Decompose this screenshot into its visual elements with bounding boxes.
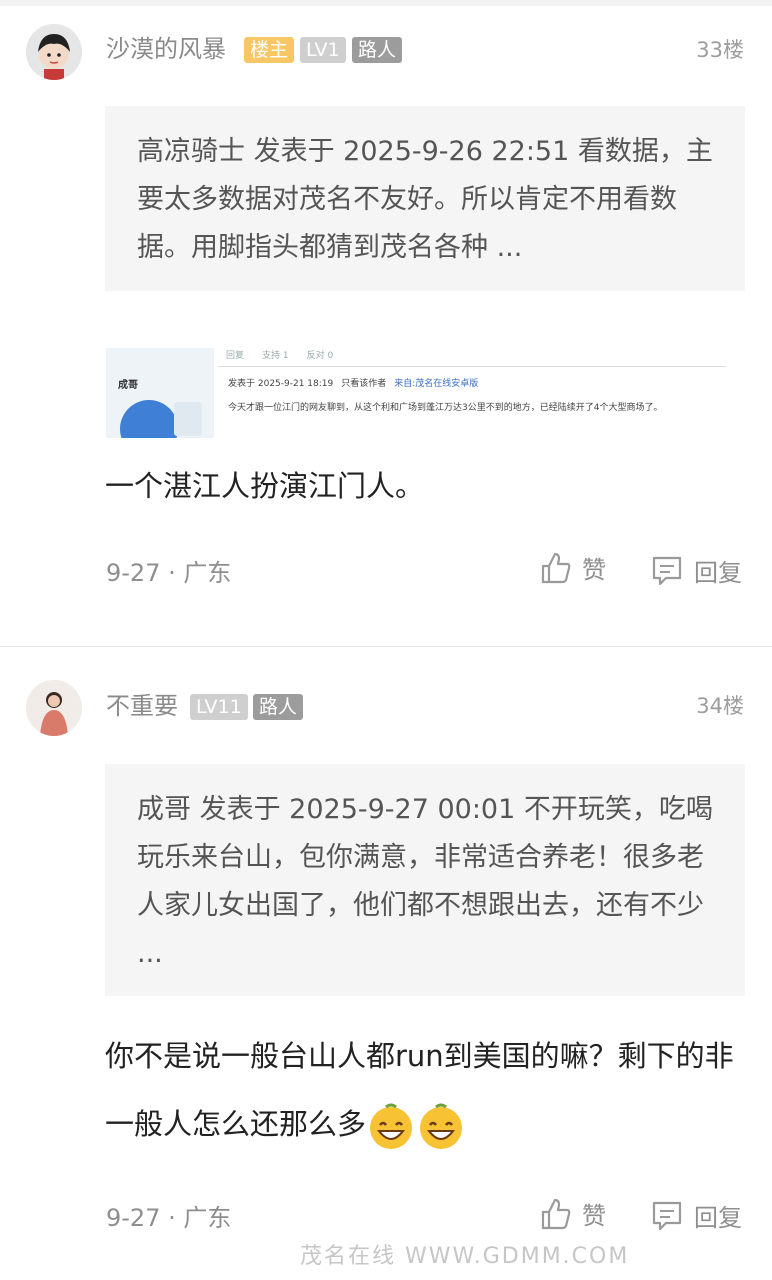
embedded-source: 来自:茂名在线安卓版: [394, 379, 479, 389]
post-meta: 9-27 · 广东: [106, 559, 232, 587]
comment-icon: [652, 1201, 682, 1230]
embedded-author: 成哥: [118, 380, 138, 391]
reply-button[interactable]: 回复: [650, 1198, 742, 1233]
role-badge: 路人: [352, 37, 403, 63]
avatar[interactable]: [26, 24, 82, 80]
thumbs-up-icon: [541, 1198, 571, 1229]
floor-number: 33楼: [696, 38, 744, 62]
thumbs-up-icon: [541, 552, 571, 583]
like-label: 赞: [582, 556, 606, 584]
reply-button[interactable]: 回复: [650, 553, 742, 588]
embedded-reply: 回复: [226, 351, 245, 361]
floor-number: 34楼: [696, 694, 744, 718]
level-badge: LV1: [300, 37, 346, 63]
embedded-text: 今天才跟一位江门的网友聊到，从这个利和广场到蓬江万达3公里不到的地方，已经陆续开…: [228, 403, 663, 413]
embedded-image[interactable]: 成哥 回复 支持 1 反对 0 发表于 2025-9-21 18:19 只看该作…: [106, 348, 726, 438]
username[interactable]: 不重要: [106, 690, 178, 722]
comment-text: 一个湛江人扮演江门人。: [105, 469, 425, 503]
comment-icon: [652, 556, 682, 585]
grinning-emoji-icon: [370, 1103, 413, 1149]
like-label: 赞: [582, 1202, 606, 1230]
quote-block[interactable]: 成哥 发表于 2025-9-27 00:01 不开玩笑，吃喝玩乐来台山，包你满意…: [105, 764, 745, 996]
grinning-emoji-icon: [420, 1103, 463, 1149]
reply-label: 回复: [694, 559, 742, 587]
owner-badge: 楼主: [244, 37, 295, 63]
quote-block[interactable]: 高凉骑士 发表于 2025-9-26 22:51 看数据，主要太多数据对茂名不友…: [105, 106, 745, 291]
top-divider: [0, 0, 772, 6]
username[interactable]: 沙漠的风暴: [106, 33, 226, 65]
embedded-only-author: 只看该作者: [341, 379, 387, 389]
like-button[interactable]: 赞: [540, 1196, 606, 1231]
watermark: 茂名在线 WWW.GDMM.COM: [300, 1244, 630, 1269]
post-meta: 9-27 · 广东: [106, 1204, 232, 1232]
embedded-oppose: 反对 0: [306, 351, 334, 361]
embedded-support: 支持 1: [262, 351, 289, 361]
comment-text: 你不是说一般台山人都run到美国的嘛？剩下的非一般人怎么还那么多: [105, 1022, 745, 1158]
like-button[interactable]: 赞: [540, 550, 606, 585]
role-badge: 路人: [253, 694, 304, 720]
reply-label: 回复: [694, 1204, 742, 1232]
embedded-posted: 发表于 2025-9-21 18:19: [228, 379, 334, 389]
avatar[interactable]: [26, 680, 82, 736]
comment-separator: [0, 646, 772, 647]
level-badge: LV11: [190, 694, 248, 720]
